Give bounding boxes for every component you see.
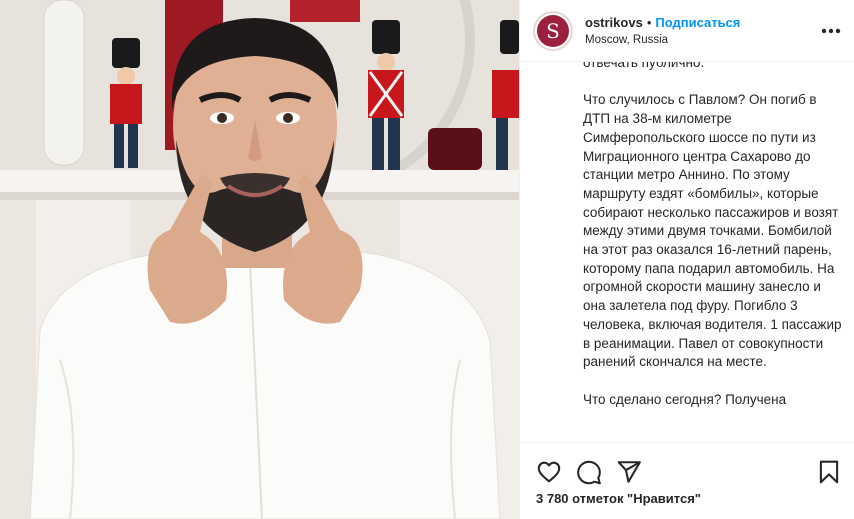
avatar-logo: S <box>537 14 569 47</box>
follow-button[interactable]: Подписаться <box>655 14 740 31</box>
avatar[interactable]: S <box>533 10 573 51</box>
post-header: S ostrikovs • Подписаться Moscow, Russia <box>520 0 854 62</box>
paper-plane-icon[interactable] <box>616 459 642 485</box>
separator-dot: • <box>646 14 652 30</box>
caption-paragraph: Что случилось с Павлом? Он погиб в ДТП н… <box>583 92 842 370</box>
likes-count-link[interactable]: 3 780 отметок "Нравится" <box>536 491 701 507</box>
caption-scroll-area[interactable]: отвечать публично. Что случилось с Павло… <box>520 62 854 442</box>
caption-text: отвечать публично. Что случилось с Павло… <box>583 62 845 428</box>
bookmark-icon[interactable] <box>816 459 842 485</box>
caption-paragraph: отвечать публично. <box>583 62 705 70</box>
username-link[interactable]: ostrikovs <box>585 14 643 31</box>
post-photo[interactable] <box>0 0 519 519</box>
header-text: ostrikovs • Подписаться Moscow, Russia <box>585 14 740 48</box>
location-link[interactable]: Moscow, Russia <box>585 33 740 48</box>
avatar-letter: S <box>546 18 560 43</box>
ellipsis-icon <box>821 28 841 34</box>
heart-icon[interactable] <box>536 459 562 485</box>
caption-paragraph: Что сделано сегодня? Получена <box>583 391 787 407</box>
post-image <box>0 0 519 519</box>
comment-icon[interactable] <box>576 459 602 485</box>
post-details-panel: S ostrikovs • Подписаться Moscow, Russia… <box>519 0 854 519</box>
header-row: ostrikovs • Подписаться <box>585 14 740 31</box>
more-options-icon[interactable] <box>819 22 843 40</box>
